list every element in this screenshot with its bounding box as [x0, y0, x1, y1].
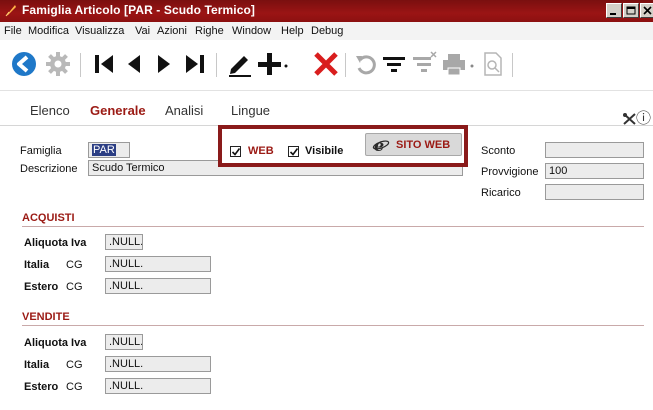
undo-button[interactable] [354, 50, 378, 80]
toolbar-separator [512, 53, 513, 77]
delete-icon [314, 52, 338, 76]
next-record-button[interactable] [154, 50, 174, 80]
vendite-estero-field[interactable]: .NULL. [105, 378, 211, 394]
info-icon[interactable]: ⓘ [636, 107, 651, 128]
toolbar-separator [345, 53, 346, 77]
close-button[interactable] [640, 3, 653, 18]
acquisti-aliquota-field[interactable]: .NULL. [105, 234, 143, 250]
ricarico-field[interactable] [545, 184, 644, 200]
preview-button[interactable] [481, 50, 505, 80]
acquisti-aliquota-label: Aliquota Iva [24, 237, 87, 249]
tab-bar: Elenco Generale Analisi Lingue [0, 91, 653, 126]
section-divider [22, 226, 644, 227]
tab-elenco[interactable]: Elenco [30, 103, 70, 118]
vendite-italia-field[interactable]: .NULL. [105, 356, 211, 372]
first-record-icon [95, 55, 113, 73]
vendite-estero-label: Estero [24, 381, 59, 393]
next-record-icon [158, 55, 170, 73]
minimize-icon [610, 13, 616, 15]
window-title: Famiglia Articolo [PAR - Scudo Termico] [22, 3, 256, 17]
preview-icon [484, 52, 502, 76]
menu-vai[interactable]: Vai [135, 25, 150, 37]
delete-button[interactable] [312, 50, 340, 80]
famiglia-label: Famiglia [20, 145, 62, 157]
previous-record-button[interactable] [124, 50, 144, 80]
print-button[interactable] [441, 50, 477, 80]
famiglia-field[interactable]: PAR [88, 142, 130, 158]
last-record-button[interactable] [183, 50, 207, 80]
menu-righe[interactable]: Righe [195, 25, 224, 37]
ie-globe-icon: e [372, 137, 390, 153]
filter-icon [383, 57, 405, 72]
vendite-italia-cg: CG [66, 359, 83, 371]
maximize-button[interactable] [623, 3, 639, 18]
clear-filter-icon [413, 51, 437, 72]
vendite-aliquota-field[interactable]: .NULL. [105, 334, 143, 350]
tab-analisi[interactable]: Analisi [165, 103, 203, 118]
famiglia-value: PAR [92, 144, 116, 156]
check-icon [289, 148, 299, 156]
vendite-estero-cg: CG [66, 381, 83, 393]
menu-modifica[interactable]: Modifica [28, 25, 69, 37]
vendite-italia-label: Italia [24, 359, 50, 371]
clear-filter-button[interactable] [411, 50, 437, 80]
sito-web-button[interactable]: e SITO WEB [365, 133, 462, 156]
acquisti-estero-cg: CG [66, 281, 83, 293]
acquisti-italia-field[interactable]: .NULL. [105, 256, 211, 272]
back-button[interactable] [10, 50, 38, 80]
tab-lingue[interactable]: Lingue [231, 103, 270, 118]
maximize-icon [626, 6, 636, 15]
menu-file[interactable]: File [4, 25, 22, 37]
toolbar [0, 40, 653, 91]
settings-button[interactable] [44, 50, 72, 80]
acquisti-section-title: ACQUISTI [22, 212, 75, 224]
provvigione-label: Provvigione [481, 166, 539, 178]
close-icon [643, 6, 652, 15]
window-controls [606, 3, 653, 18]
sconto-field[interactable] [545, 142, 644, 158]
sconto-label: Sconto [481, 145, 516, 157]
menu-visualizza[interactable]: Visualizza [75, 25, 124, 37]
add-icon [258, 53, 288, 75]
acquisti-estero-label: Estero [24, 281, 59, 293]
vendite-section-title: VENDITE [22, 311, 70, 323]
check-icon [231, 148, 241, 156]
toolbar-separator [216, 53, 217, 77]
section-divider [22, 325, 644, 326]
visibile-checkbox[interactable] [288, 146, 299, 157]
undo-icon [356, 55, 376, 75]
title-bar: Famiglia Articolo [PAR - Scudo Termico] [0, 0, 653, 22]
add-button[interactable] [256, 50, 290, 80]
descrizione-label: Descrizione [20, 163, 78, 175]
toolbar-separator [80, 53, 81, 77]
menu-azioni[interactable]: Azioni [157, 25, 187, 37]
acquisti-italia-cg: CG [66, 259, 83, 271]
last-record-icon [186, 55, 204, 73]
menu-bar: File Modifica Visualizza Vai Azioni Righ… [0, 22, 653, 41]
menu-window[interactable]: Window [232, 25, 271, 37]
ricarico-label: Ricarico [481, 187, 521, 199]
print-icon [443, 54, 474, 76]
app-feather-icon [5, 5, 16, 17]
vendite-aliquota-label: Aliquota Iva [24, 337, 87, 349]
menu-debug[interactable]: Debug [311, 25, 343, 37]
web-checkbox[interactable] [230, 146, 241, 157]
edit-icon [229, 56, 251, 77]
acquisti-estero-field[interactable]: .NULL. [105, 278, 211, 294]
minimize-button[interactable] [606, 3, 622, 18]
provvigione-field[interactable]: 100 [545, 163, 644, 179]
tab-generale[interactable]: Generale [90, 103, 146, 118]
previous-record-icon [128, 55, 140, 73]
filter-button[interactable] [381, 50, 407, 80]
web-label: WEB [248, 145, 274, 157]
menu-help[interactable]: Help [281, 25, 304, 37]
first-record-button[interactable] [92, 50, 116, 80]
back-circle-icon [12, 52, 36, 76]
acquisti-italia-label: Italia [24, 259, 50, 271]
edit-button[interactable] [226, 50, 254, 80]
gear-icon [46, 52, 70, 76]
sito-web-label: SITO WEB [396, 139, 451, 151]
visibile-label: Visibile [305, 145, 344, 157]
